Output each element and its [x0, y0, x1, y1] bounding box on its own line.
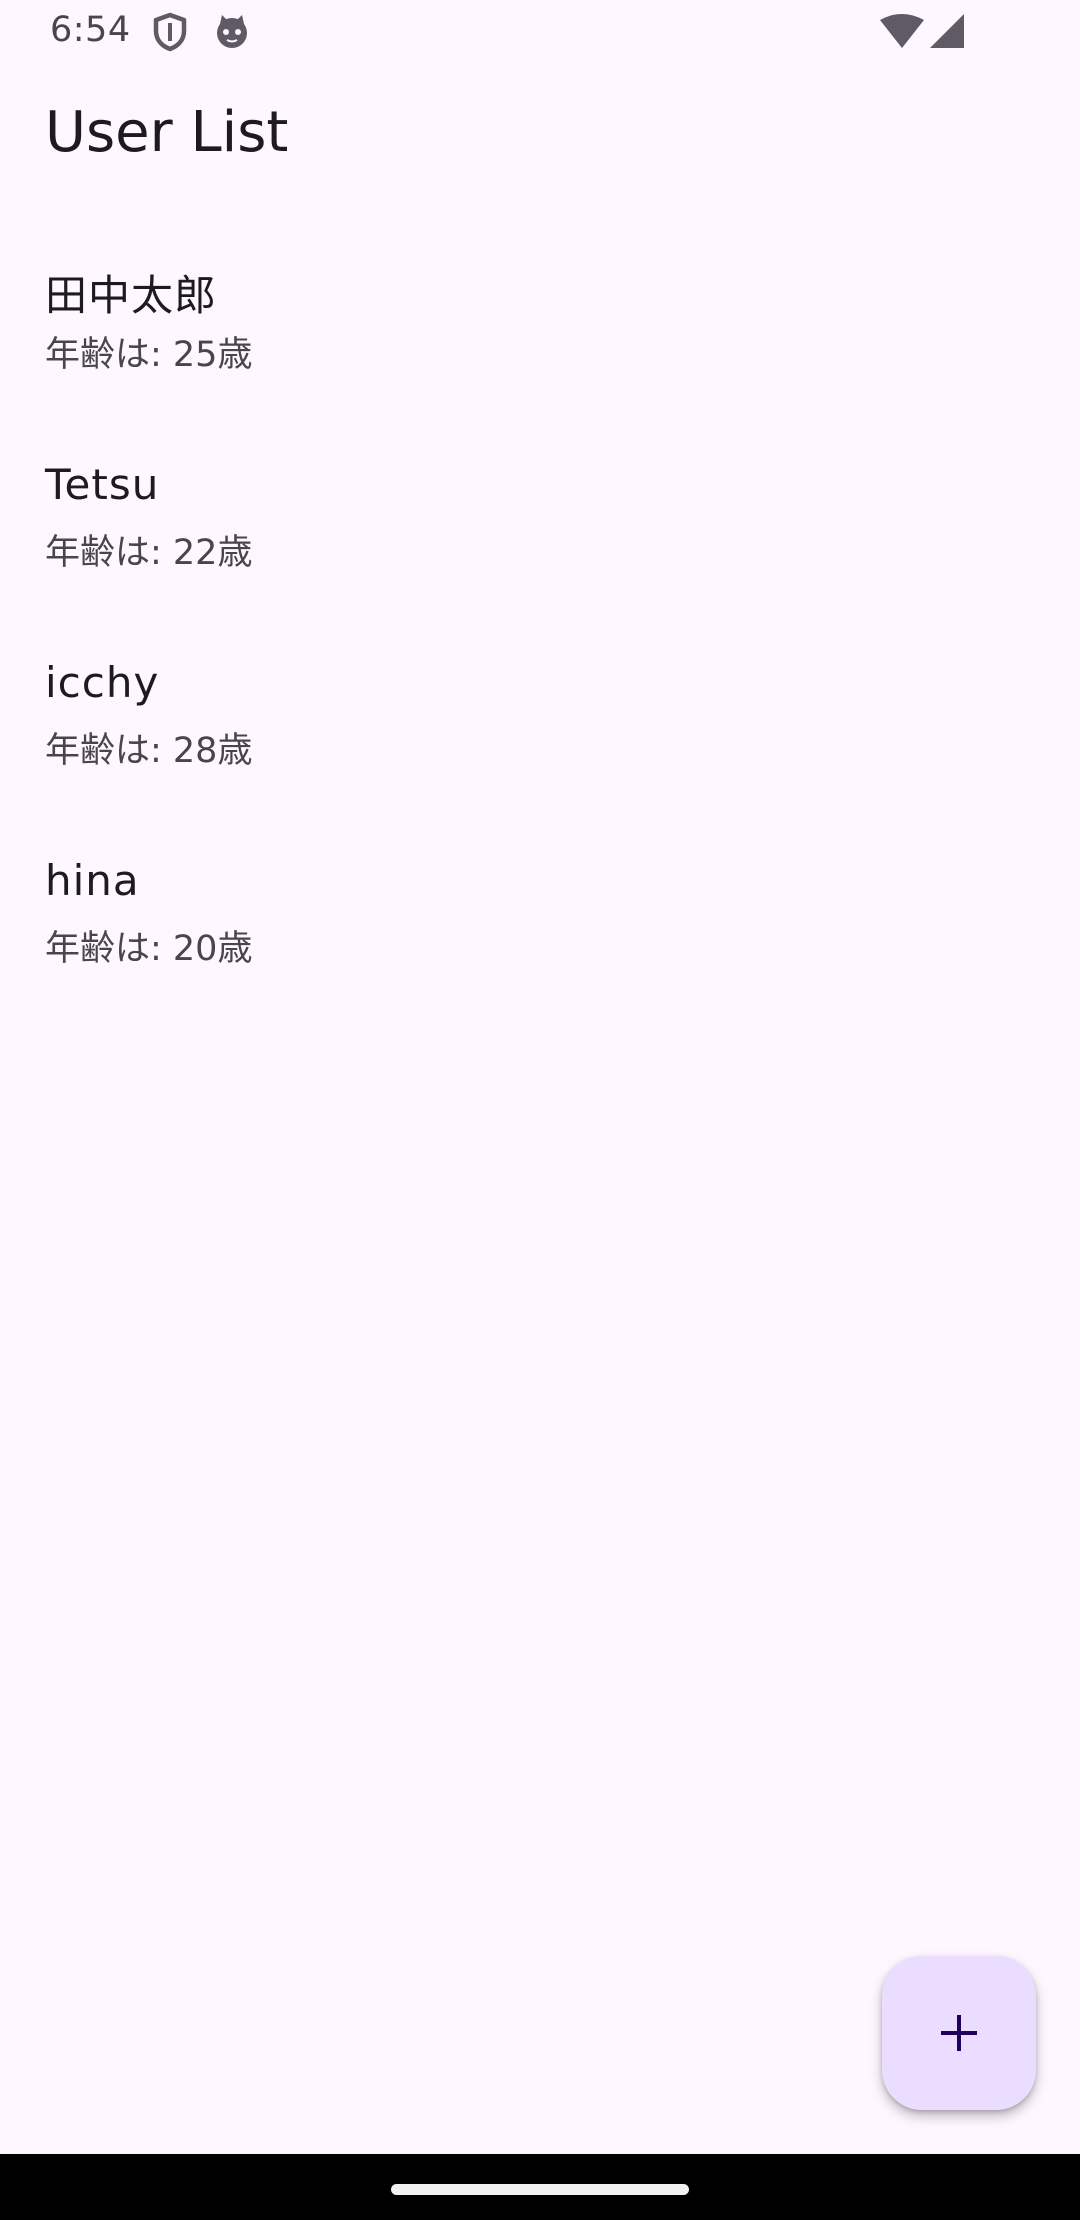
list-item[interactable]: icchy 年齢は: 28歳: [0, 636, 1080, 834]
cat-face-icon: [213, 12, 251, 56]
user-age: 年齢は: 20歳: [45, 929, 253, 969]
plus-icon: [941, 2015, 977, 2051]
user-name: 田中太郎: [45, 271, 218, 320]
page-title: User List: [45, 100, 289, 165]
list-item[interactable]: hina 年齢は: 20歳: [0, 834, 1080, 1032]
user-name: icchy: [45, 658, 160, 707]
list-item[interactable]: 田中太郎 年齢は: 25歳: [0, 240, 1080, 438]
status-bar: 6:54: [0, 0, 1080, 66]
shield-icon: [152, 12, 188, 56]
user-list: 田中太郎 年齢は: 25歳 Tetsu 年齢は: 22歳 icchy 年齢は: …: [0, 240, 1080, 1032]
cellular-signal-icon: [928, 14, 964, 54]
add-user-button[interactable]: [882, 1956, 1036, 2110]
user-age: 年齢は: 22歳: [45, 533, 253, 573]
user-name: hina: [45, 856, 140, 905]
user-name: Tetsu: [45, 460, 160, 509]
user-age: 年齢は: 25歳: [45, 335, 253, 375]
home-gesture-handle[interactable]: [391, 2184, 689, 2195]
wifi-icon: [880, 14, 924, 54]
list-item[interactable]: Tetsu 年齢は: 22歳: [0, 438, 1080, 636]
navigation-bar: [0, 2154, 1080, 2220]
status-time: 6:54: [50, 10, 131, 50]
user-age: 年齢は: 28歳: [45, 731, 253, 771]
